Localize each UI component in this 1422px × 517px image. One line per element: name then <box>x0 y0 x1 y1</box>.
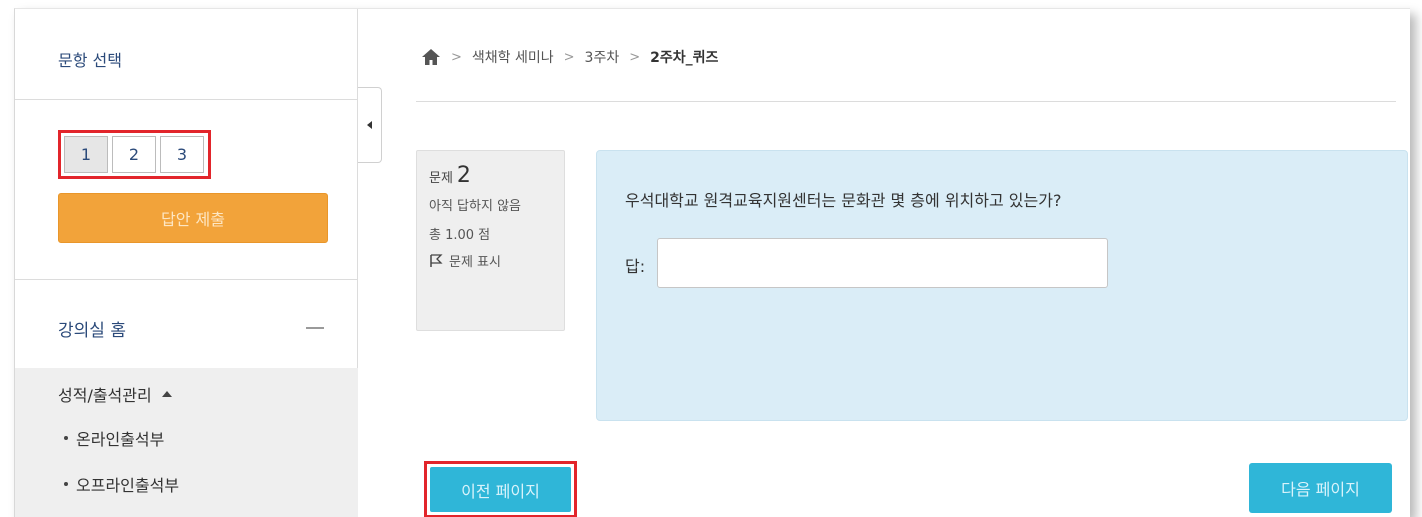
course-home-link[interactable]: 강의실 홈 <box>58 316 126 341</box>
question-mark: 총 1.00 점 <box>429 228 491 243</box>
home-icon[interactable] <box>421 48 441 66</box>
sidebar: 문항 선택 1 2 3 답안 제출 강의실 홈 성적/출석관리 온라인출석부 오… <box>15 9 358 517</box>
breadcrumb-item[interactable]: 3주차 <box>585 47 620 67</box>
divider <box>15 99 358 100</box>
menu-item-offline-attendance[interactable]: 오프라인출석부 <box>64 472 179 496</box>
menu-grades-attendance[interactable]: 성적/출석관리 <box>58 382 172 406</box>
question-nav-button-2[interactable]: 2 <box>112 136 156 173</box>
question-state: 아직 답하지 않음 <box>429 199 521 214</box>
divider <box>15 279 358 280</box>
breadcrumb-item[interactable]: 색채학 세미나 <box>472 47 554 67</box>
collapse-minus-icon[interactable] <box>306 327 324 329</box>
chevron-right-icon: > <box>451 49 462 65</box>
question-nav-button-1[interactable]: 1 <box>64 136 108 173</box>
question-content: 우석대학교 원격교육지원센터는 문화관 몇 층에 위치하고 있는가? 답: <box>596 150 1408 421</box>
answer-input[interactable] <box>657 238 1108 288</box>
caret-up-icon <box>161 391 172 397</box>
app-window: 문항 선택 1 2 3 답안 제출 강의실 홈 성적/출석관리 온라인출석부 오… <box>14 8 1410 517</box>
next-page-button[interactable]: 다음 페이지 <box>1249 463 1392 513</box>
sidebar-title: 문항 선택 <box>58 51 122 70</box>
question-number-label: 문제 <box>429 171 453 186</box>
question-nav-button-3[interactable]: 3 <box>160 136 204 173</box>
bullet-icon <box>64 482 68 486</box>
breadcrumb: > 색채학 세미나 > 3주차 > 2주차_퀴즈 <box>421 47 718 67</box>
prev-page-highlight: 이전 페이지 <box>424 461 577 517</box>
flag-icon <box>430 253 443 267</box>
menu-item-label: 오프라인출석부 <box>76 476 180 495</box>
flag-question-link[interactable]: 문제 표시 <box>429 251 552 270</box>
submit-answers-button[interactable]: 답안 제출 <box>58 193 328 243</box>
flag-label: 문제 표시 <box>449 255 501 270</box>
menu-item-label: 온라인출석부 <box>76 430 165 449</box>
breadcrumb-current: 2주차_퀴즈 <box>650 50 719 66</box>
question-info-panel: 문제 2 아직 답하지 않음 총 1.00 점 문제 표시 <box>416 150 565 331</box>
chevron-right-icon: > <box>629 49 641 65</box>
question-navigator: 1 2 3 <box>58 130 211 179</box>
question-number-value: 2 <box>456 163 471 188</box>
sidebar-menu-section: 성적/출석관리 온라인출석부 오프라인출석부 <box>15 368 358 517</box>
menu-heading-label: 성적/출석관리 <box>58 386 152 405</box>
question-number: 문제 2 <box>429 163 552 188</box>
caret-left-icon <box>367 121 372 129</box>
menu-item-online-attendance[interactable]: 온라인출석부 <box>64 426 164 450</box>
divider <box>416 101 1396 102</box>
chevron-right-icon: > <box>563 49 575 65</box>
sidebar-collapse-toggle[interactable] <box>358 87 382 163</box>
answer-label: 답: <box>625 257 646 276</box>
bullet-icon <box>64 436 68 440</box>
question-text: 우석대학교 원격교육지원센터는 문화관 몇 층에 위치하고 있는가? <box>625 191 1062 210</box>
prev-page-button[interactable]: 이전 페이지 <box>430 467 571 512</box>
